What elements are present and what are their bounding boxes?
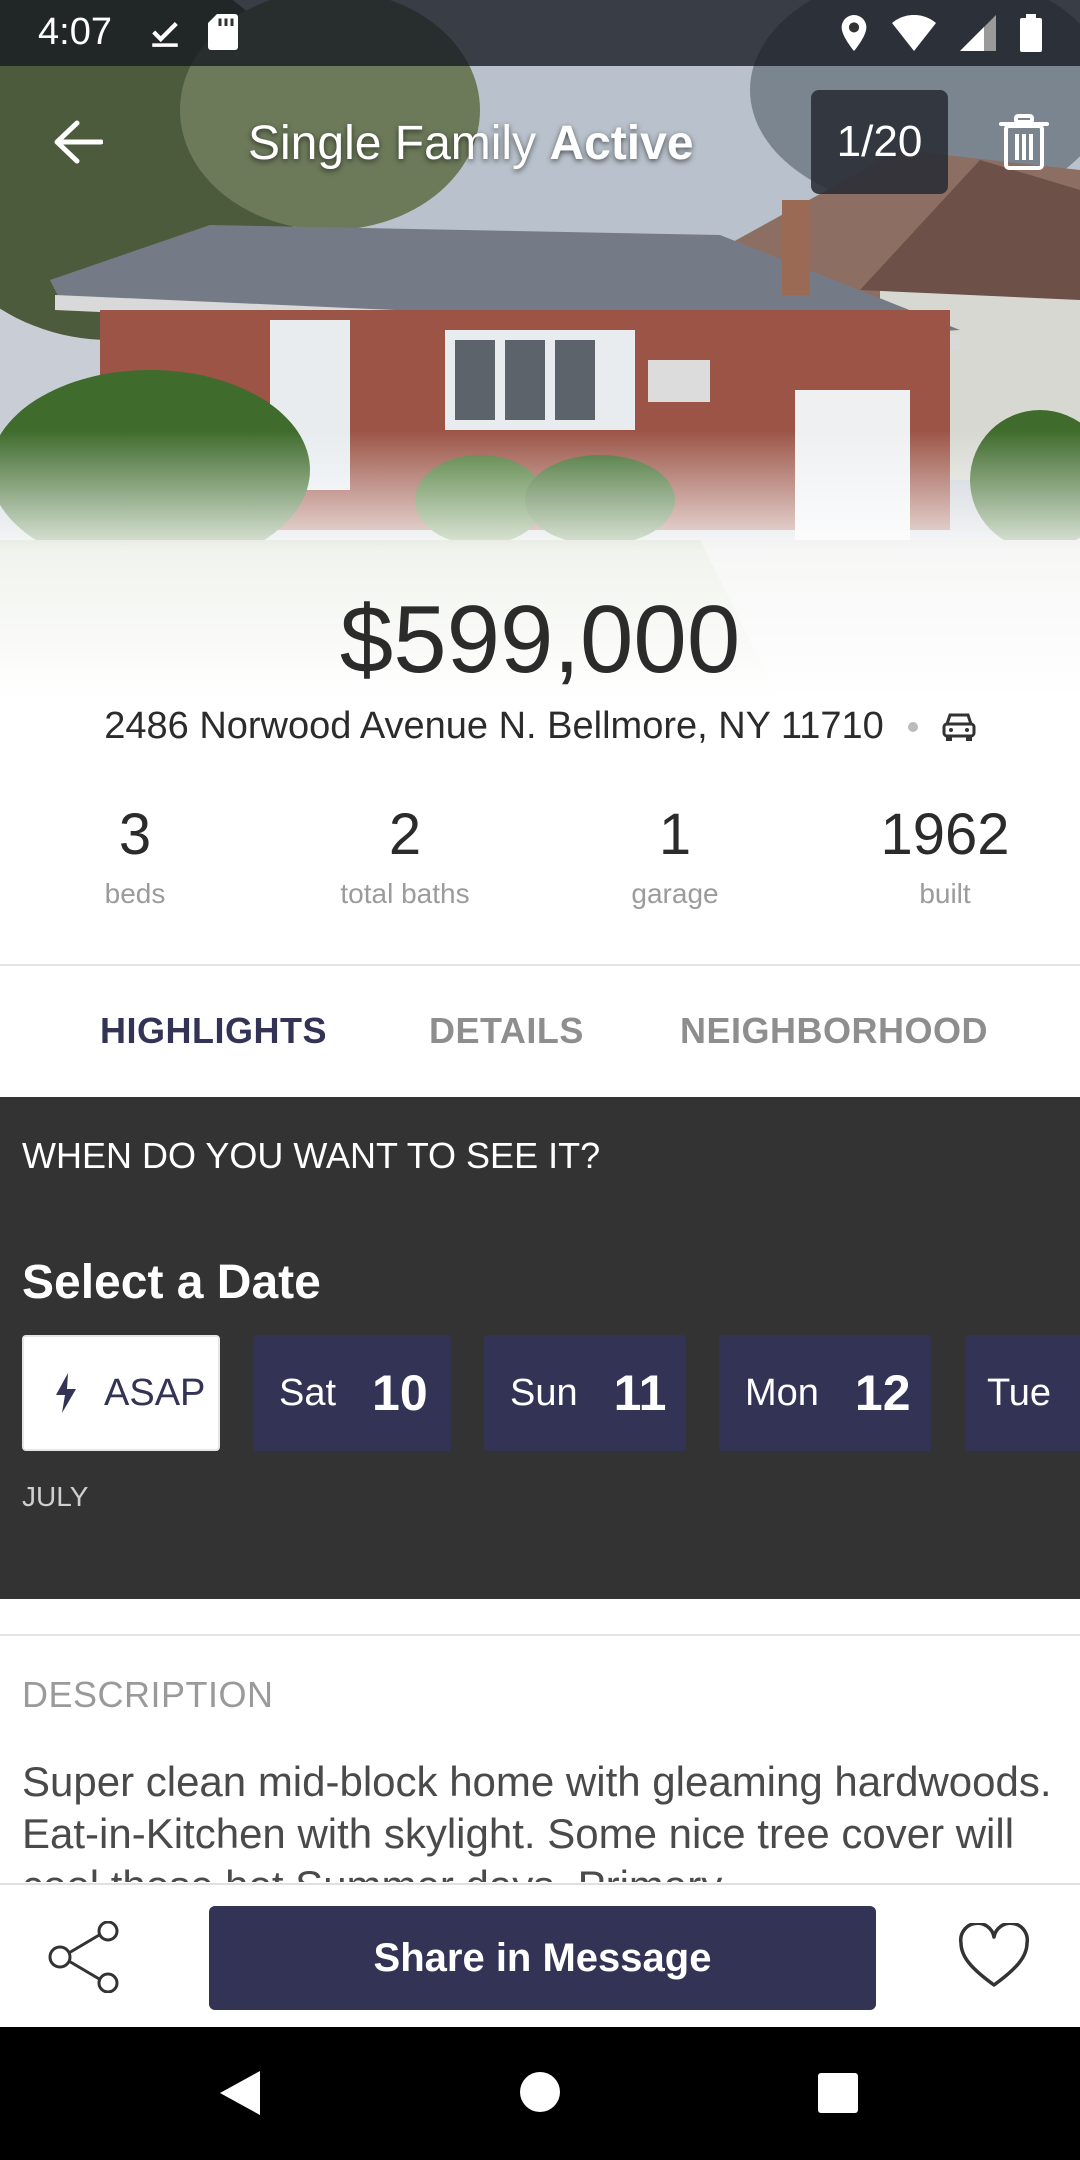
date-day: 10 bbox=[372, 1365, 428, 1421]
date-weekday: Mon bbox=[745, 1371, 819, 1414]
listing-status: Active bbox=[549, 117, 694, 170]
nav-back-icon[interactable] bbox=[218, 2069, 262, 2117]
wifi-icon bbox=[892, 15, 936, 51]
page-title: Single Family Active bbox=[248, 116, 694, 171]
heart-icon bbox=[958, 1921, 1030, 1987]
lightning-bolt-icon bbox=[56, 1373, 76, 1413]
share-icon bbox=[48, 1920, 119, 1994]
detail-tabs: HIGHLIGHTS DETAILS NEIGHBORHOOD bbox=[0, 966, 1080, 1096]
date-option[interactable]: Mon 12 bbox=[719, 1335, 931, 1451]
address-row: 2486 Norwood Avenue N. Bellmore, NY 1171… bbox=[0, 705, 1080, 748]
nav-home-icon[interactable] bbox=[520, 2072, 560, 2112]
asap-label: ASAP bbox=[104, 1371, 206, 1414]
location-icon bbox=[841, 15, 867, 51]
separator-dot bbox=[907, 721, 918, 732]
listing-price: $599,000 bbox=[339, 586, 741, 693]
stat-value: 2 bbox=[388, 802, 422, 867]
share-in-message-button[interactable]: Share in Message bbox=[209, 1906, 876, 2010]
photo-counter: 1/20 bbox=[811, 90, 948, 194]
scheduler-heading: Select a Date bbox=[22, 1256, 321, 1309]
date-weekday: Tue bbox=[987, 1371, 1052, 1414]
stat-value: 1962 bbox=[880, 802, 1010, 867]
date-option[interactable]: Tue bbox=[965, 1335, 1080, 1451]
delete-button[interactable] bbox=[996, 112, 1052, 172]
status-time: 4:07 bbox=[38, 11, 112, 53]
stat-label: beds bbox=[104, 878, 166, 909]
cell-signal-icon bbox=[960, 15, 996, 51]
date-option[interactable]: Sat 10 bbox=[253, 1335, 451, 1451]
sd-card-icon bbox=[208, 14, 238, 50]
date-day: 11 bbox=[613, 1365, 667, 1421]
date-weekday: Sat bbox=[279, 1371, 337, 1414]
description-body: Super clean mid-block home with gleaming… bbox=[22, 1756, 1062, 1882]
car-icon[interactable] bbox=[942, 712, 976, 742]
stat-built: 1962 built bbox=[810, 800, 1080, 920]
battery-icon bbox=[1020, 14, 1042, 52]
scheduler-question: WHEN DO YOU WANT TO SEE IT? bbox=[22, 1135, 601, 1176]
stat-value: 3 bbox=[118, 802, 152, 867]
stat-baths: 2 total baths bbox=[270, 800, 540, 920]
description-title: DESCRIPTION bbox=[22, 1674, 274, 1715]
asap-button[interactable]: ASAP bbox=[22, 1335, 220, 1451]
nav-recents-icon[interactable] bbox=[818, 2073, 858, 2113]
month-label: JULY bbox=[22, 1481, 89, 1512]
date-weekday: Sun bbox=[510, 1371, 578, 1414]
property-stats: 3 beds 2 total baths 1 garage 1962 built bbox=[0, 800, 1080, 920]
system-nav-bar bbox=[0, 2027, 1080, 2160]
tab-neighborhood[interactable]: NEIGHBORHOOD bbox=[680, 1010, 988, 1052]
description-text: Super clean mid-block home with gleaming… bbox=[22, 1758, 1052, 1882]
bottom-action-bar: Share in Message bbox=[0, 1883, 1080, 2027]
tour-scheduler: WHEN DO YOU WANT TO SEE IT? Select a Dat… bbox=[0, 1097, 1080, 1599]
trash-icon bbox=[999, 114, 1049, 170]
tab-details[interactable]: DETAILS bbox=[429, 1010, 584, 1052]
stat-beds: 3 beds bbox=[0, 800, 270, 920]
stat-garage: 1 garage bbox=[540, 800, 810, 920]
description-divider bbox=[0, 1634, 1080, 1636]
share-button[interactable] bbox=[46, 1920, 124, 1994]
stat-label: total baths bbox=[340, 878, 470, 909]
date-day: 12 bbox=[854, 1365, 911, 1421]
listing-address[interactable]: 2486 Norwood Avenue N. Bellmore, NY 1171… bbox=[104, 705, 884, 748]
date-picker-row[interactable]: ASAP Sat 10 Sun 11 Mon 12 Tue bbox=[22, 1335, 1080, 1451]
stat-label: garage bbox=[631, 878, 719, 909]
status-bar: 4:07 bbox=[0, 0, 1080, 66]
arrow-left-icon bbox=[54, 120, 103, 164]
date-option[interactable]: Sun 11 bbox=[484, 1335, 686, 1451]
download-done-icon bbox=[152, 21, 178, 47]
top-bar: Single Family Active 1/20 bbox=[0, 88, 1080, 198]
favorite-button[interactable] bbox=[958, 1921, 1030, 1989]
property-type: Single Family bbox=[248, 117, 537, 170]
tab-highlights[interactable]: HIGHLIGHTS bbox=[100, 1010, 327, 1052]
stat-value: 1 bbox=[658, 802, 692, 867]
stat-label: built bbox=[919, 878, 971, 909]
back-button[interactable] bbox=[46, 110, 110, 174]
